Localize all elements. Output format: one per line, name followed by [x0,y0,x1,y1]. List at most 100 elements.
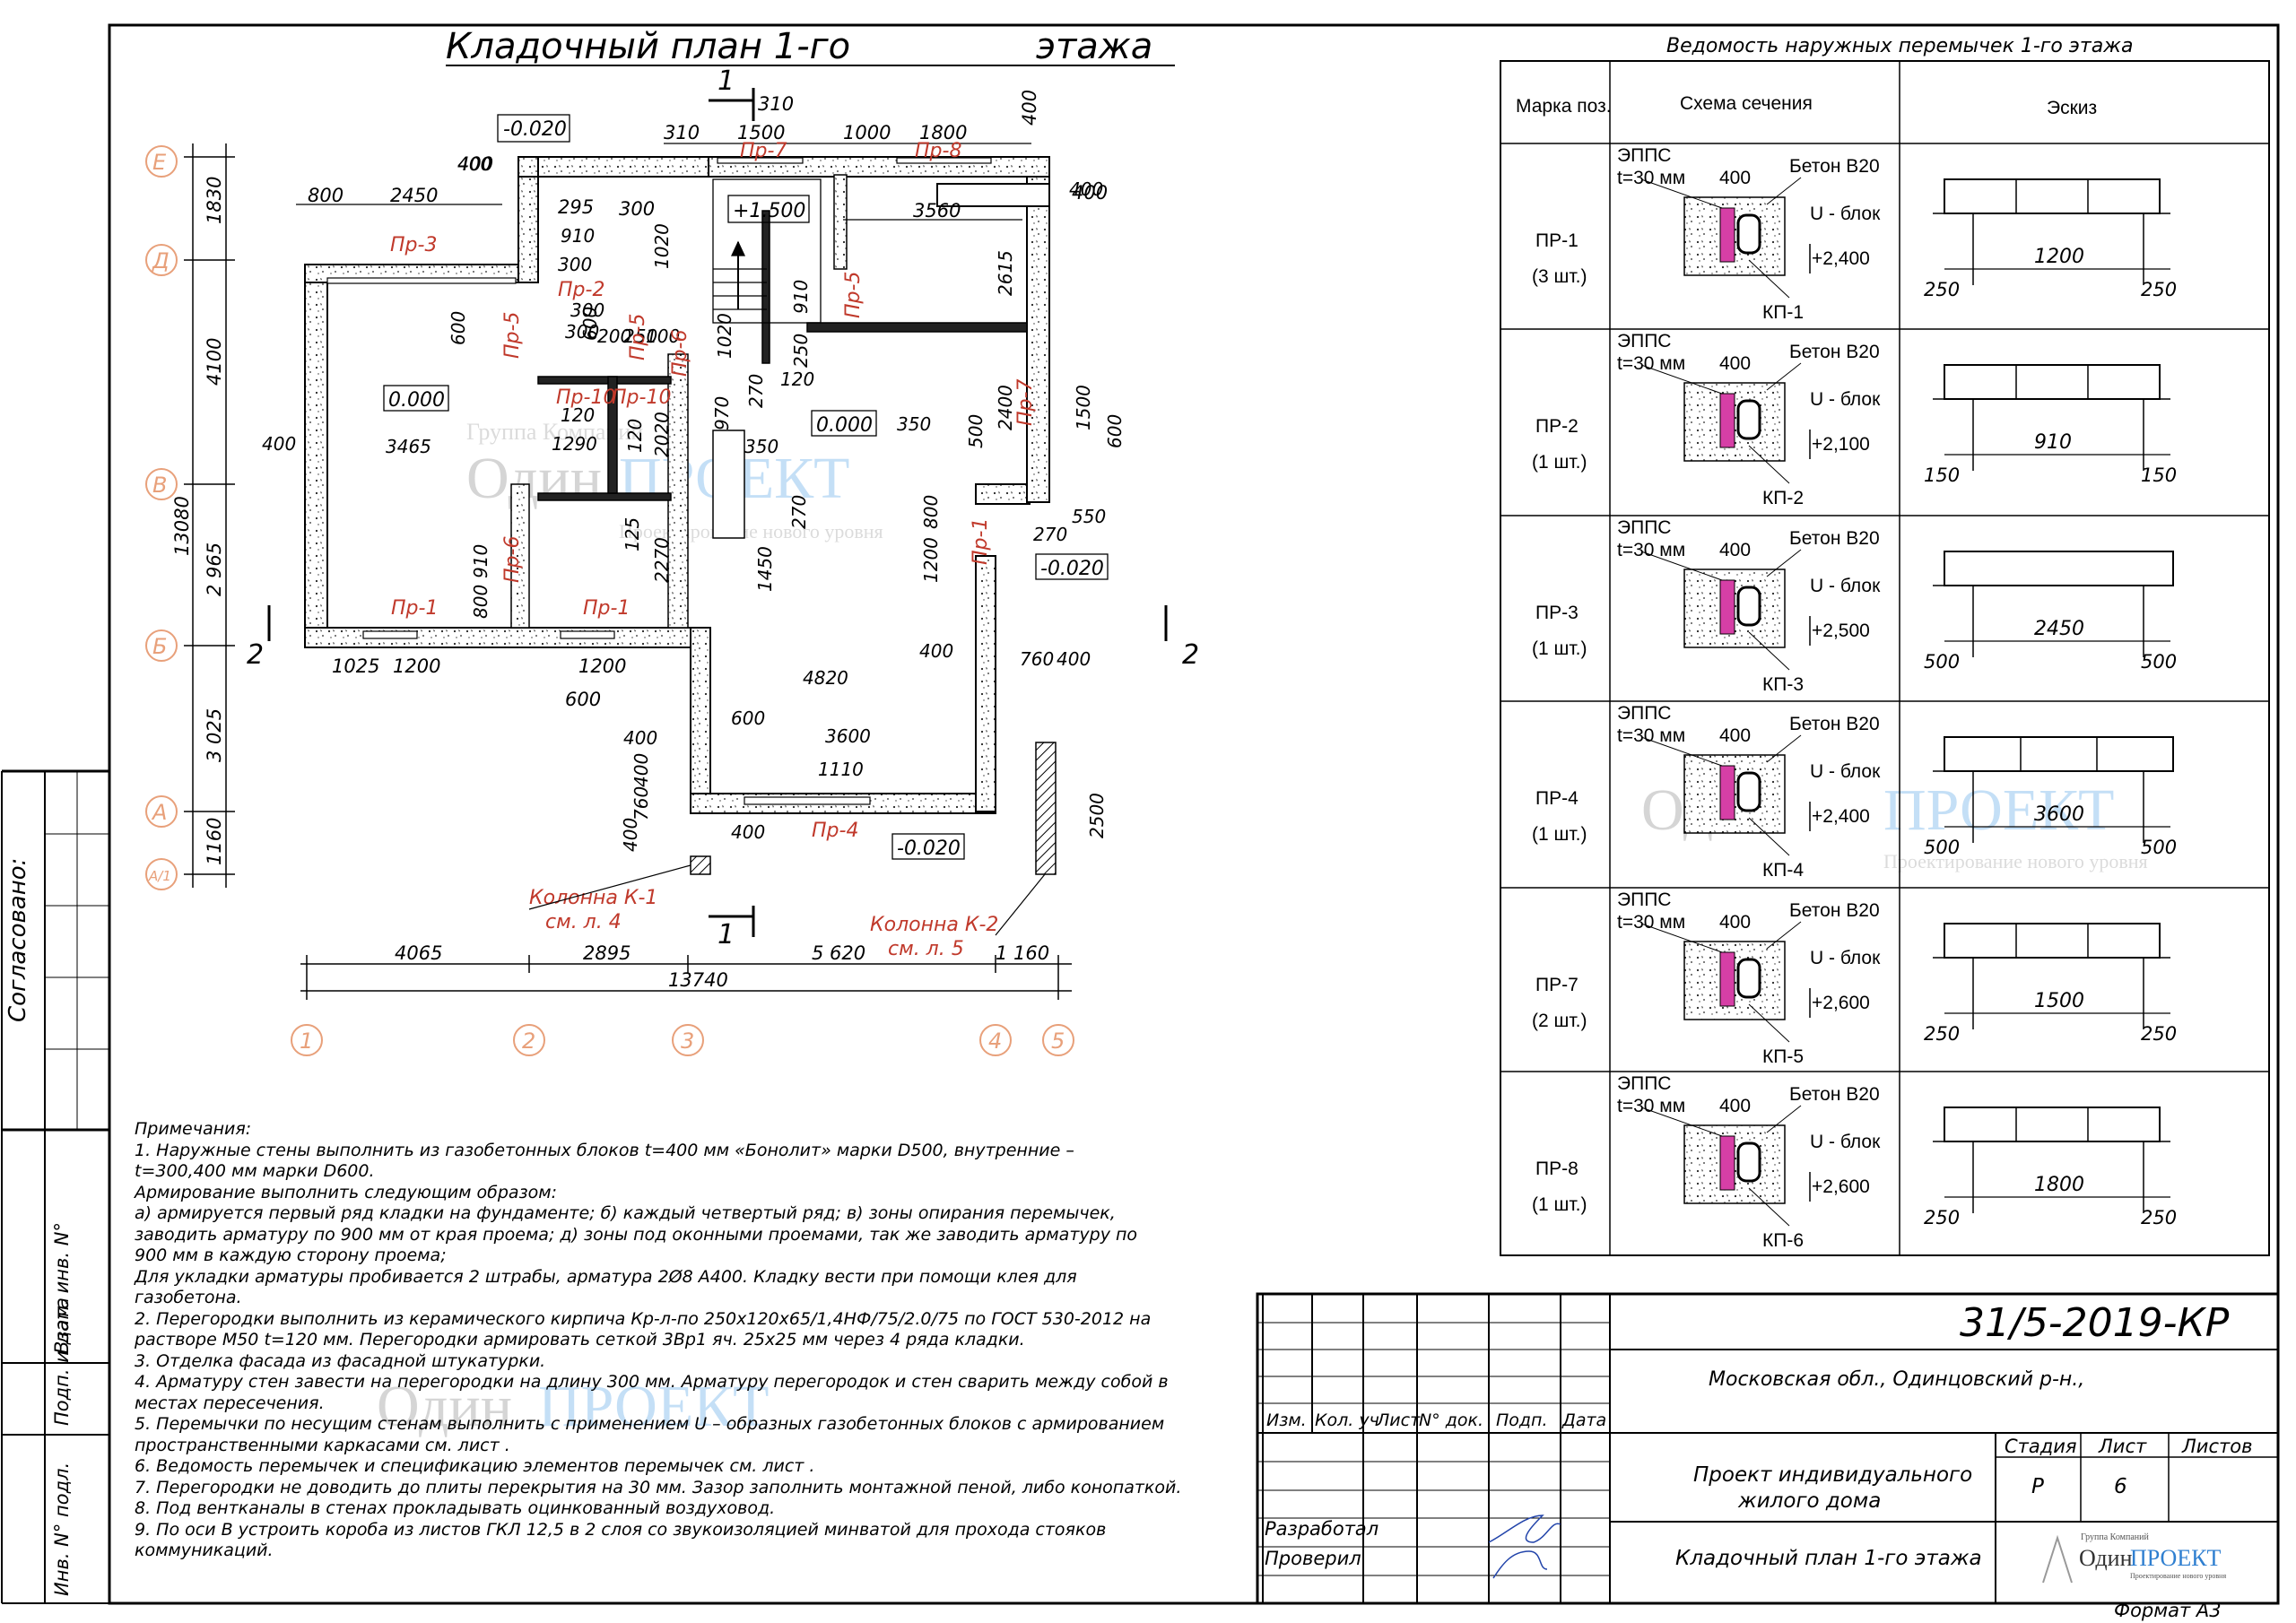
section-t-label: t=30 мм [1617,912,1685,933]
row-qty: (1 шт.) [1532,638,1587,659]
agreed-label: Согласовано: [4,858,31,1022]
sketch-left: 250 [1924,279,1960,300]
svg-text:Лист: Лист [1376,1410,1421,1430]
section-kp: КП-3 [1762,674,1804,695]
sketch-left: 500 [1924,837,1960,858]
svg-text:1020: 1020 [651,223,673,269]
section-eps-label: ЭППС [1617,517,1671,538]
svg-text:600: 600 [1104,414,1126,448]
sketch-span: 910 [2034,431,2072,454]
svg-text:+1.500: +1.500 [733,200,805,222]
svg-text:Схема сечения: Схема сечения [1680,93,1813,114]
sheet-value: 6 [2114,1475,2127,1498]
svg-text:400: 400 [620,818,641,852]
schedule-title: Ведомость наружных перемычек 1-го этажа [1666,35,2133,57]
svg-text:400: 400 [623,727,657,749]
svg-text:-0.020: -0.020 [897,838,961,860]
eps-insert [1719,951,1735,1007]
svg-text:400: 400 [919,640,953,662]
svg-text:800: 800 [470,585,491,619]
eps-insert [1719,207,1735,263]
svg-text:1020: 1020 [714,313,735,359]
svg-text:400: 400 [631,753,652,787]
svg-text:Эскиз: Эскиз [2047,98,2097,118]
svg-text:Пр-1: Пр-1 [391,597,438,620]
svg-text:Пр-1: Пр-1 [583,597,630,620]
sketch-right: 500 [2141,651,2177,673]
location: Московская обл., Одинцовский р-н., [1709,1368,2084,1391]
svg-text:Один: Один [2079,1545,2133,1571]
plan-title: Кладочный план 1-го этажа [446,26,1175,67]
svg-text:800: 800 [920,495,942,529]
svg-text:125: 125 [622,517,643,551]
note-line: 9. По оси В устроить короба из листов ГК… [135,1519,1107,1540]
section-level: +2,600 [1812,993,1870,1013]
sketch-right: 250 [2141,1207,2177,1228]
svg-text:270: 270 [1033,524,1067,545]
note-line: а) армируется первый ряд кладки на фунда… [135,1203,1116,1223]
project-name-b: жилого дома [1737,1489,1881,1513]
section-ublock-label: U - блок [1810,389,1881,410]
row-mark: ПР-1 [1535,230,1578,251]
stage-value: Р [2031,1475,2044,1498]
svg-text:800: 800 [308,185,344,206]
section-eps-label: ЭППС [1617,1073,1671,1094]
sketch-left: 250 [1924,1023,1960,1045]
svg-text:3560: 3560 [913,200,961,221]
section-ublock-label: U - блок [1810,1132,1881,1152]
rebar-cage [1736,771,1761,812]
row-mark: ПР-8 [1535,1159,1578,1179]
svg-text:400: 400 [457,153,491,175]
sketch-left: 150 [1924,464,1960,486]
svg-text:1830: 1830 [204,177,225,224]
svg-text:Группа Компаний: Группа Компаний [2081,1532,2149,1542]
svg-text:1290: 1290 [552,433,597,455]
note-line: 2. Перегородки выполнить из керамическог… [135,1308,1152,1329]
section-width-label: 400 [1719,912,1751,933]
svg-text:2500: 2500 [1086,793,1108,838]
svg-text:600: 600 [448,311,469,345]
svg-text:300: 300 [619,198,655,220]
note-line: местах пересечения. [135,1393,325,1413]
notes-block: Примечания: 1. Наружные стены выполнить … [135,1119,1229,1562]
svg-text:3 025: 3 025 [204,708,225,762]
axis-col-3: 3 [681,1028,694,1054]
svg-text:1450: 1450 [754,546,776,592]
svg-text:4065: 4065 [395,942,442,964]
section-kp: КП-1 [1762,302,1804,323]
section-concrete-label: Бетон В20 [1789,714,1880,734]
column-k2-label: Колонна К-2 [870,914,998,936]
svg-text:1: 1 [718,65,735,97]
section-ublock-label: U - блок [1810,204,1881,224]
svg-text:600: 600 [731,707,765,729]
lintel-body [1944,1107,2161,1142]
sheet-title: Кладочный план 1-го этажа [1675,1547,1982,1570]
section-eps-label: ЭППС [1617,890,1671,910]
row-qty: (1 шт.) [1532,452,1587,473]
section-kp: КП-5 [1762,1046,1804,1067]
column-k1-label: Колонна К-1 [529,887,657,909]
svg-text:Пр-6: Пр-6 [669,330,691,377]
svg-text:2: 2 [1182,639,1199,671]
svg-text:Лист: Лист [2098,1436,2147,1457]
svg-text:600: 600 [565,689,601,710]
rebar-cage [1736,399,1761,440]
column-k1-ref: см. л. 4 [545,911,622,933]
section-kp: КП-2 [1762,488,1804,508]
section-level: +2,400 [1812,248,1870,269]
svg-text:1500: 1500 [1073,385,1094,430]
svg-text:2895: 2895 [583,942,631,964]
svg-text:Разработал: Разработал [1265,1518,1378,1540]
svg-text:Пр-10: Пр-10 [612,386,671,409]
svg-text:Пр-5: Пр-5 [501,312,524,359]
svg-text:400: 400 [1057,648,1091,670]
svg-text:760: 760 [631,786,652,820]
note-line: 8. Под вентканалы в стенах прокладывать … [135,1498,776,1518]
eps-insert [1719,393,1735,448]
section-kp: КП-6 [1762,1230,1804,1251]
rebar-cage [1736,958,1761,999]
notes-heading: Примечания: [135,1119,252,1139]
section-width-label: 400 [1719,1096,1751,1116]
section-concrete-label: Бетон В20 [1789,900,1880,921]
section-level: +2,600 [1812,1176,1870,1197]
